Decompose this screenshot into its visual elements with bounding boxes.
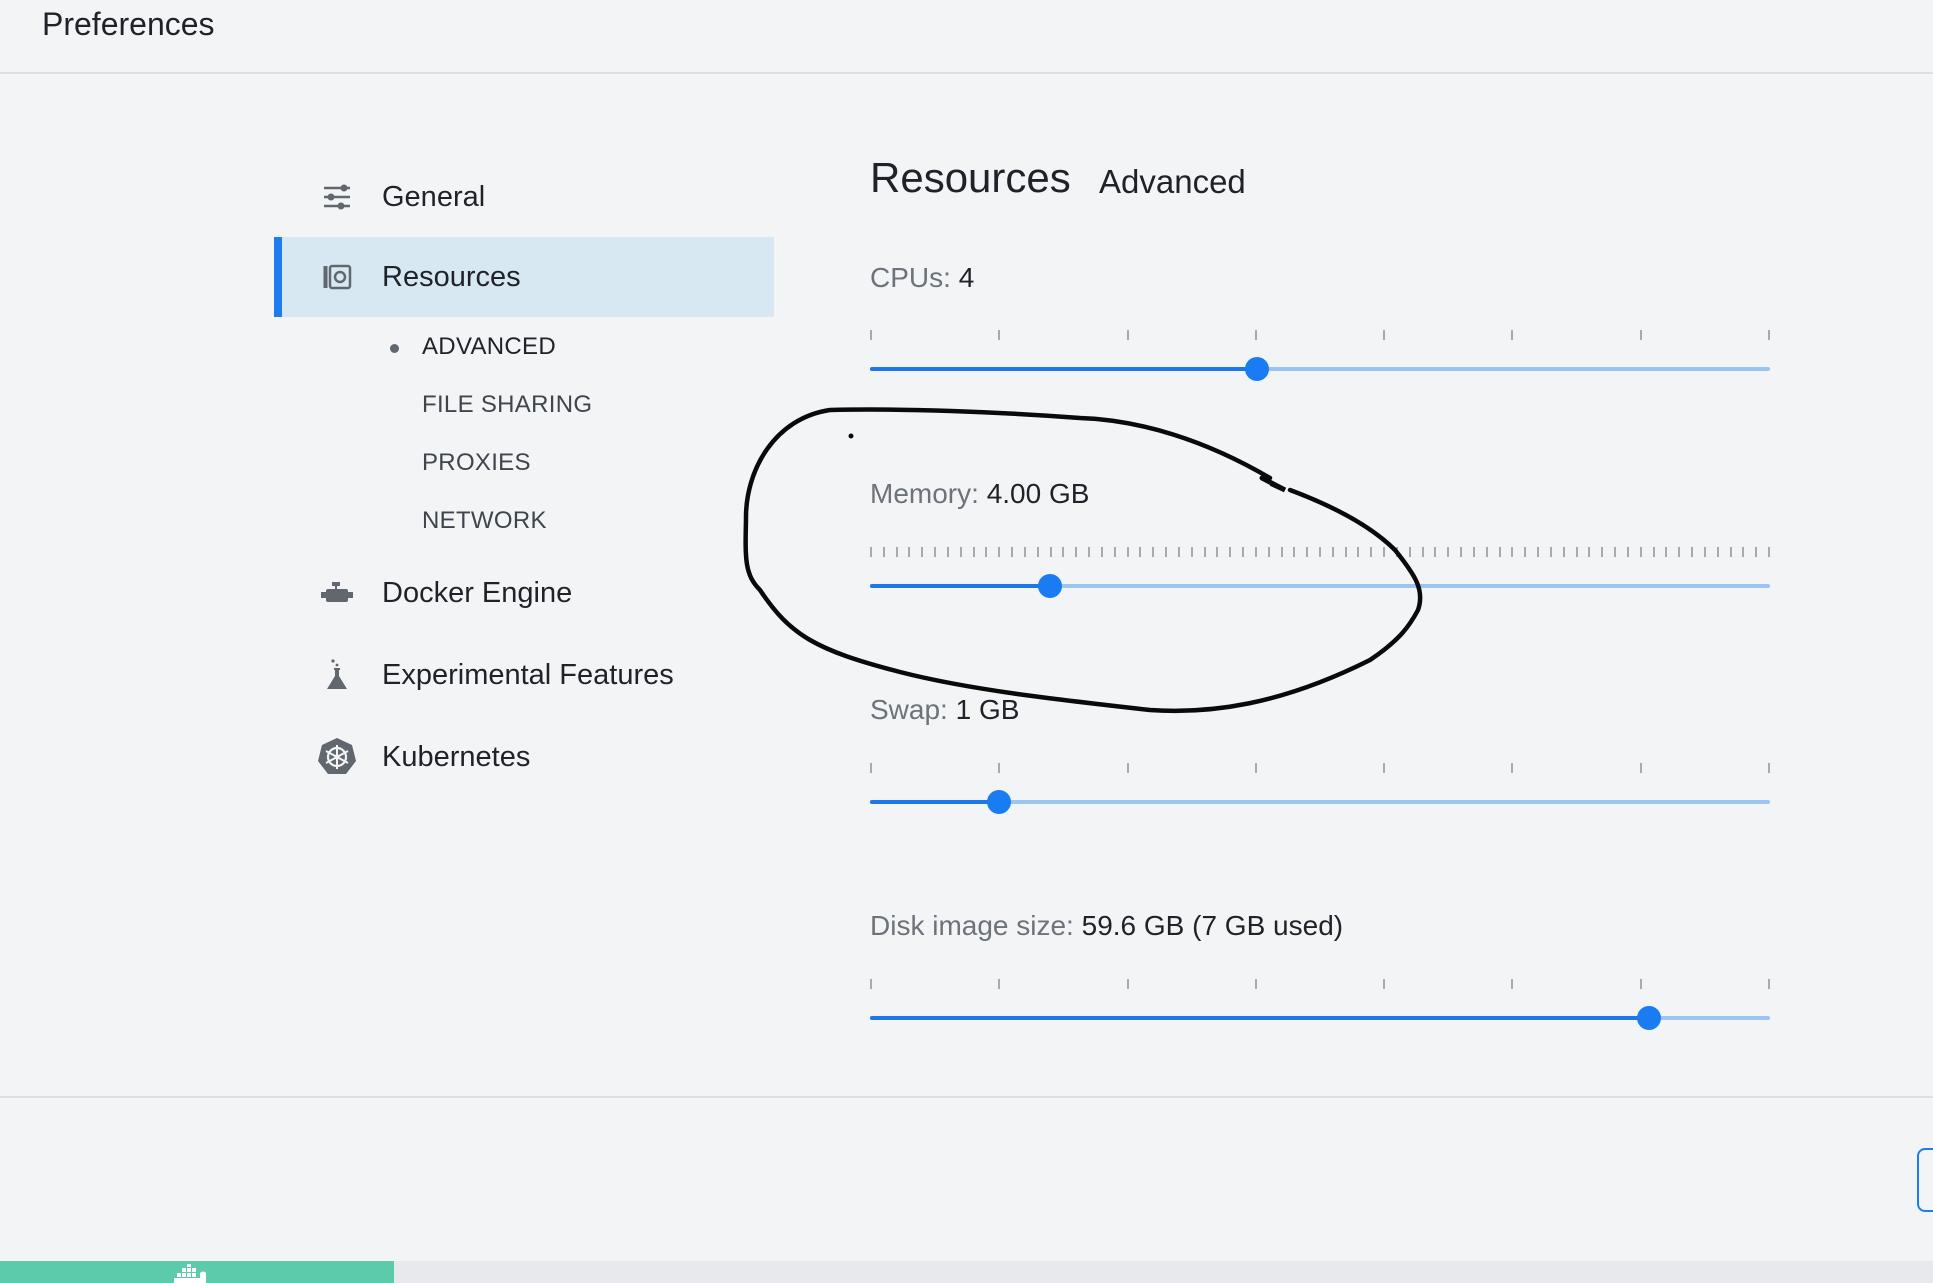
- footer-divider: [0, 1096, 1933, 1098]
- engine-icon: [314, 570, 360, 616]
- slider-thumb[interactable]: [1038, 574, 1062, 598]
- slider-fill: [870, 584, 1050, 588]
- preferences-window: Preferences General Resources ADVANCED F…: [0, 0, 1933, 1283]
- sidebar-item-experimental-features[interactable]: Experimental Features: [274, 635, 774, 715]
- sidebar-item-label: Docker Engine: [382, 576, 573, 609]
- slider-fill: [870, 800, 999, 804]
- sliders-icon: [314, 174, 360, 220]
- sidebar-item-label: Experimental Features: [382, 658, 674, 691]
- subnav-network[interactable]: NETWORK: [422, 507, 547, 535]
- sidebar-item-resources[interactable]: Resources: [274, 237, 774, 317]
- kubernetes-icon: [314, 734, 360, 780]
- sidebar-item-label: General: [382, 180, 486, 213]
- cpus-slider[interactable]: [870, 330, 1770, 381]
- swap-label: Swap:: [870, 694, 948, 725]
- cpus-setting-label: CPUs: 4: [870, 262, 974, 294]
- flask-icon: [314, 652, 360, 698]
- memory-ticks: [870, 547, 1770, 557]
- cpus-ticks: [870, 330, 1770, 340]
- status-bar: [0, 1261, 1933, 1283]
- memory-slider[interactable]: [870, 547, 1770, 598]
- cpus-label: CPUs:: [870, 262, 951, 293]
- sidebar-item-label: Resources: [382, 260, 521, 293]
- swap-value: 1 GB: [955, 694, 1020, 725]
- engine-status-indicator: [0, 1261, 394, 1283]
- disk-label: Disk image size:: [870, 910, 1074, 941]
- slider-thumb[interactable]: [986, 790, 1011, 814]
- disk-setting-label: Disk image size: 59.6 GB (7 GB used): [870, 910, 1343, 942]
- slider-thumb[interactable]: [1636, 1006, 1661, 1030]
- slider-fill: [870, 1016, 1649, 1020]
- disk-slider[interactable]: [870, 979, 1770, 1030]
- subnav-file-sharing[interactable]: FILE SHARING: [422, 391, 592, 419]
- memory-setting-label: Memory: 4.00 GB: [870, 478, 1089, 510]
- resources-icon: [314, 254, 360, 300]
- swap-ticks: [870, 763, 1770, 773]
- cpus-value: 4: [958, 262, 975, 293]
- sidebar-item-docker-engine[interactable]: Docker Engine: [274, 553, 774, 633]
- sidebar-item-kubernetes[interactable]: Kubernetes: [274, 717, 774, 797]
- swap-setting-label: Swap: 1 GB: [870, 694, 1019, 726]
- docker-whale-icon: [174, 1264, 206, 1283]
- disk-ticks: [870, 979, 1770, 989]
- subnav-advanced[interactable]: ADVANCED: [422, 333, 556, 361]
- swap-slider[interactable]: [870, 763, 1770, 814]
- window-title: Preferences: [42, 6, 215, 42]
- disk-value: 59.6 GB (7 GB used): [1081, 910, 1344, 941]
- sidebar-item-general[interactable]: General: [274, 157, 774, 237]
- memory-value: 4.00 GB: [986, 478, 1090, 509]
- title-bar: Preferences: [0, 0, 1933, 74]
- apply-restart-button[interactable]: [1917, 1148, 1933, 1212]
- sidebar-item-label: Kubernetes: [382, 740, 531, 773]
- section-title-resources[interactable]: Resources: [870, 154, 1071, 202]
- tab-advanced[interactable]: Advanced: [1099, 163, 1246, 201]
- slider-fill: [870, 367, 1257, 371]
- memory-label: Memory:: [870, 478, 979, 509]
- active-subitem-bullet: [390, 344, 399, 353]
- slider-thumb[interactable]: [1245, 357, 1269, 381]
- subnav-proxies[interactable]: PROXIES: [422, 449, 531, 477]
